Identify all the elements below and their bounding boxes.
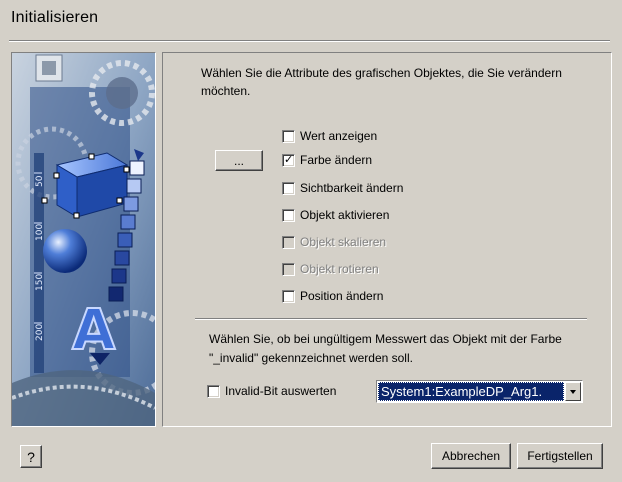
checkbox-box[interactable]: [282, 129, 295, 143]
checkbox-label: Objekt rotieren: [300, 262, 379, 276]
checkbox-label: Sichtbarkeit ändern: [300, 181, 404, 195]
checkbox-box[interactable]: ✓: [282, 152, 295, 167]
ruler-label: 100: [35, 224, 45, 241]
wizard-illustration-graphic: 50 100 150 200 A: [12, 53, 155, 426]
checkbox-label: Farbe ändern: [300, 153, 373, 167]
checkbox-label: Position ändern: [300, 289, 384, 303]
checkbox-box[interactable]: [282, 181, 295, 195]
checkbox-change-color[interactable]: ✓ Farbe ändern: [282, 152, 372, 168]
checkbox-label: Wert anzeigen: [300, 129, 378, 143]
checkbox-box[interactable]: [282, 208, 295, 222]
dialog-title: Initialisieren: [11, 9, 99, 26]
ruler-label: 50: [35, 175, 45, 187]
browse-button[interactable]: ...: [215, 150, 263, 171]
checkbox-box[interactable]: [207, 384, 220, 398]
help-button[interactable]: ?: [20, 445, 42, 468]
invalid-info-text: Wählen Sie, ob bei ungültigem Messwert d…: [209, 332, 562, 365]
settings-panel: [162, 52, 612, 427]
chevron-down-icon[interactable]: [565, 382, 581, 401]
checkbox-box: [282, 262, 295, 276]
title-divider: [9, 40, 610, 42]
checkbox-change-visibility[interactable]: Sichtbarkeit ändern: [282, 180, 403, 196]
attributes-intro-text: Wählen Sie die Attribute des grafischen …: [201, 66, 562, 98]
cancel-button[interactable]: Abbrechen: [431, 443, 511, 469]
wizard-illustration: 50 100 150 200 A: [11, 52, 156, 427]
section-divider: [195, 318, 587, 320]
checkmark-icon: ✓: [284, 152, 294, 166]
checkbox-evaluate-invalid-bit[interactable]: Invalid-Bit auswerten: [207, 383, 336, 399]
checkbox-label: Objekt skalieren: [300, 235, 387, 249]
datapoint-combobox[interactable]: System1:ExampleDP_Arg1.: [376, 380, 583, 403]
checkbox-label: Invalid-Bit auswerten: [225, 384, 337, 398]
ruler-label: 150: [35, 274, 45, 291]
checkbox-box: [282, 235, 295, 249]
checkbox-label: Objekt aktivieren: [300, 208, 390, 222]
checkbox-box[interactable]: [282, 289, 295, 303]
finish-button[interactable]: Fertigstellen: [517, 443, 603, 469]
ruler-label: 200: [35, 324, 45, 341]
datapoint-combobox-value[interactable]: System1:ExampleDP_Arg1.: [378, 382, 564, 401]
initialize-dialog: Initialisieren 50 100 150 200 A Wählen S…: [0, 0, 622, 482]
checkbox-show-value[interactable]: Wert anzeigen: [282, 128, 377, 144]
checkbox-activate-object[interactable]: Objekt aktivieren: [282, 207, 389, 223]
checkbox-rotate-object: Objekt rotieren: [282, 261, 379, 277]
checkbox-scale-object: Objekt skalieren: [282, 234, 386, 250]
checkbox-change-position[interactable]: Position ändern: [282, 288, 383, 304]
